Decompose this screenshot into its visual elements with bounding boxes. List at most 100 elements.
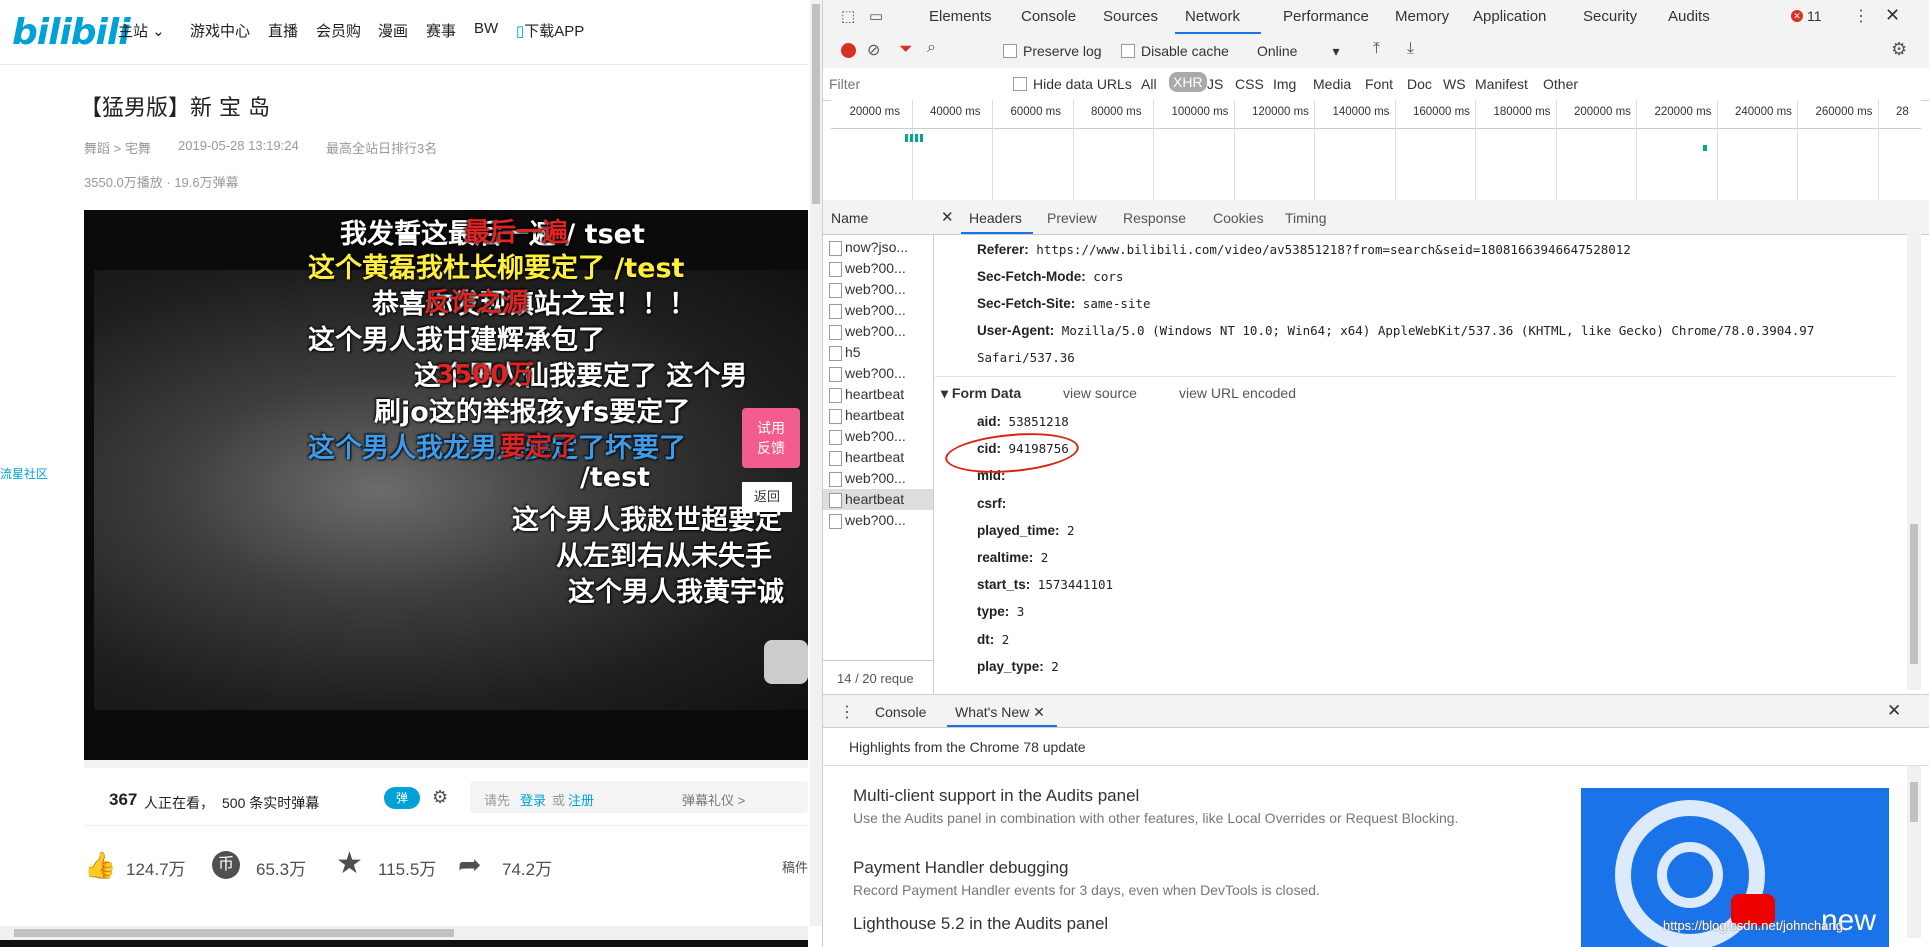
view-source-link[interactable]: view source bbox=[1063, 385, 1137, 401]
coin-icon[interactable]: 币 bbox=[212, 851, 240, 879]
tab-audits[interactable]: Audits bbox=[1668, 8, 1710, 25]
nav-manga[interactable]: 漫画 bbox=[378, 20, 408, 41]
drawer-tab-console[interactable]: Console bbox=[875, 704, 926, 720]
close-drawer-icon[interactable]: ✕ bbox=[1887, 701, 1901, 721]
record-icon[interactable] bbox=[841, 43, 856, 58]
page-vertical-scrollbar[interactable] bbox=[810, 0, 822, 926]
detail-tab-timing[interactable]: Timing bbox=[1285, 210, 1327, 226]
name-column-header[interactable]: Name bbox=[831, 210, 868, 226]
error-count[interactable]: 11 bbox=[1807, 8, 1822, 24]
detail-tab-cookies[interactable]: Cookies bbox=[1213, 210, 1264, 226]
video-category[interactable]: 舞蹈 > 宅舞 bbox=[84, 138, 151, 157]
tab-console[interactable]: Console bbox=[1021, 8, 1076, 25]
trial-feedback-button[interactable]: 试用 反馈 bbox=[742, 408, 800, 468]
drawer-menu-icon[interactable]: ⋮ bbox=[839, 702, 855, 722]
tab-application[interactable]: Application bbox=[1473, 8, 1546, 25]
import-har-icon[interactable]: ⤒ bbox=[1373, 40, 1380, 58]
nav-vip-shop[interactable]: 会员购 bbox=[316, 20, 361, 41]
throttle-select[interactable]: Online ▾ bbox=[1257, 43, 1340, 60]
share-icon[interactable]: ➦ bbox=[458, 848, 481, 881]
request-row[interactable]: heartbeat bbox=[823, 447, 933, 468]
close-detail-icon[interactable]: ✕ bbox=[941, 208, 954, 226]
nav-live[interactable]: 直播 bbox=[268, 20, 298, 41]
request-row[interactable]: heartbeat bbox=[823, 489, 933, 510]
request-row[interactable]: h5 bbox=[823, 342, 933, 363]
register-link[interactable]: 注册 bbox=[568, 790, 594, 809]
tab-security[interactable]: Security bbox=[1583, 8, 1637, 25]
tab-performance[interactable]: Performance bbox=[1283, 8, 1369, 25]
request-row[interactable]: web?00... bbox=[823, 300, 933, 321]
login-link[interactable]: 登录 bbox=[520, 790, 546, 809]
drawer-tab-whats-new[interactable]: What's New ✕ bbox=[955, 704, 1045, 721]
type-filter-font[interactable]: Font bbox=[1365, 76, 1393, 92]
type-filter-other[interactable]: Other bbox=[1543, 76, 1578, 92]
type-filter-media[interactable]: Media bbox=[1313, 76, 1351, 92]
request-row[interactable]: web?00... bbox=[823, 321, 933, 342]
news-title-1[interactable]: Multi-client support in the Audits panel bbox=[853, 786, 1139, 806]
request-row[interactable]: web?00... bbox=[823, 510, 933, 531]
progress-bar[interactable] bbox=[84, 760, 808, 768]
request-row[interactable]: web?00... bbox=[823, 279, 933, 300]
like-icon[interactable]: 👍 bbox=[84, 850, 116, 881]
preserve-log-checkbox[interactable] bbox=[1003, 44, 1017, 58]
news-title-2[interactable]: Payment Handler debugging bbox=[853, 858, 1068, 878]
danmaku-settings-icon[interactable]: ⚙ bbox=[432, 787, 448, 808]
type-filter-manifest[interactable]: Manifest bbox=[1475, 76, 1528, 92]
favorite-star-icon[interactable]: ★ bbox=[336, 846, 363, 881]
type-filter-ws[interactable]: WS bbox=[1443, 76, 1466, 92]
type-filter-xhr[interactable]: XHR bbox=[1169, 72, 1207, 92]
tab-elements[interactable]: Elements bbox=[929, 8, 992, 25]
tab-network[interactable]: Network bbox=[1185, 8, 1240, 25]
detail-scrollbar-thumb[interactable] bbox=[1910, 524, 1918, 664]
type-filter-js[interactable]: JS bbox=[1207, 76, 1223, 92]
filter-icon[interactable]: ⏷ bbox=[899, 39, 913, 59]
detail-tab-headers[interactable]: Headers bbox=[969, 210, 1022, 226]
video-player[interactable]: 我发誓这最后一遍 / tset 这个黄磊我杜长柳要定了 /test 恭喜你发现镇… bbox=[84, 210, 808, 760]
danmaku-etiquette-link[interactable]: 弹幕礼仪 > bbox=[682, 790, 745, 809]
news-title-3[interactable]: Lighthouse 5.2 in the Audits panel bbox=[853, 914, 1108, 934]
side-community-link[interactable]: 流星社区 bbox=[0, 465, 48, 482]
close-devtools-icon[interactable]: ✕ bbox=[1885, 5, 1900, 26]
type-filter-img[interactable]: Img bbox=[1273, 76, 1296, 92]
more-options-icon[interactable]: ⋮ bbox=[1853, 6, 1869, 26]
tab-memory[interactable]: Memory bbox=[1395, 8, 1449, 25]
type-filter-css[interactable]: CSS bbox=[1235, 76, 1264, 92]
danmaku-toggle[interactable]: 弹 bbox=[384, 787, 420, 809]
view-url-encoded-link[interactable]: view URL encoded bbox=[1179, 385, 1296, 401]
request-row[interactable]: now?jso... bbox=[823, 237, 933, 258]
request-row[interactable]: web?00... bbox=[823, 258, 933, 279]
filter-input[interactable] bbox=[827, 73, 1007, 95]
search-icon[interactable]: ⌕ bbox=[927, 39, 936, 57]
drawer-scrollbar[interactable] bbox=[1907, 766, 1921, 938]
nav-main[interactable]: 主站 ⌄ bbox=[118, 20, 165, 41]
clear-icon[interactable]: ⊘ bbox=[867, 40, 880, 60]
detail-scrollbar[interactable] bbox=[1907, 234, 1921, 690]
nav-game-center[interactable]: 游戏中心 bbox=[190, 20, 250, 41]
nav-download-app[interactable]: ▯下载APP bbox=[516, 20, 584, 41]
detail-tab-preview[interactable]: Preview bbox=[1047, 210, 1097, 226]
request-row[interactable]: heartbeat bbox=[823, 405, 933, 426]
detail-tab-response[interactable]: Response bbox=[1123, 210, 1186, 226]
settings-gear-icon[interactable]: ⚙ bbox=[1891, 39, 1907, 60]
inspect-icon[interactable]: ⬚ bbox=[841, 7, 855, 25]
nav-bw[interactable]: BW bbox=[474, 20, 498, 37]
bilibili-logo[interactable]: bilibili bbox=[12, 12, 131, 53]
request-row[interactable]: web?00... bbox=[823, 468, 933, 489]
device-toolbar-icon[interactable]: ▭ bbox=[869, 7, 883, 25]
request-row[interactable]: heartbeat bbox=[823, 384, 933, 405]
disable-cache-checkbox[interactable] bbox=[1121, 44, 1135, 58]
horizontal-scrollbar[interactable] bbox=[0, 926, 808, 940]
type-filter-all[interactable]: All bbox=[1141, 76, 1157, 92]
nav-events[interactable]: 赛事 bbox=[426, 20, 456, 41]
page-scrollbar-thumb[interactable] bbox=[812, 4, 820, 204]
form-data-section-toggle[interactable]: ▾ Form Data bbox=[941, 385, 1021, 402]
tab-sources[interactable]: Sources bbox=[1103, 8, 1158, 25]
danmaku-input[interactable]: 请先 登录 或 注册 弹幕礼仪 > bbox=[470, 781, 808, 813]
hide-data-urls-checkbox[interactable] bbox=[1013, 77, 1027, 91]
scrollbar-thumb[interactable] bbox=[14, 929, 454, 937]
back-button[interactable]: 返回 bbox=[742, 482, 792, 512]
type-filter-doc[interactable]: Doc bbox=[1407, 76, 1432, 92]
export-har-icon[interactable]: ⤓ bbox=[1407, 40, 1414, 58]
request-row[interactable]: web?00... bbox=[823, 426, 933, 447]
request-row[interactable]: web?00... bbox=[823, 363, 933, 384]
